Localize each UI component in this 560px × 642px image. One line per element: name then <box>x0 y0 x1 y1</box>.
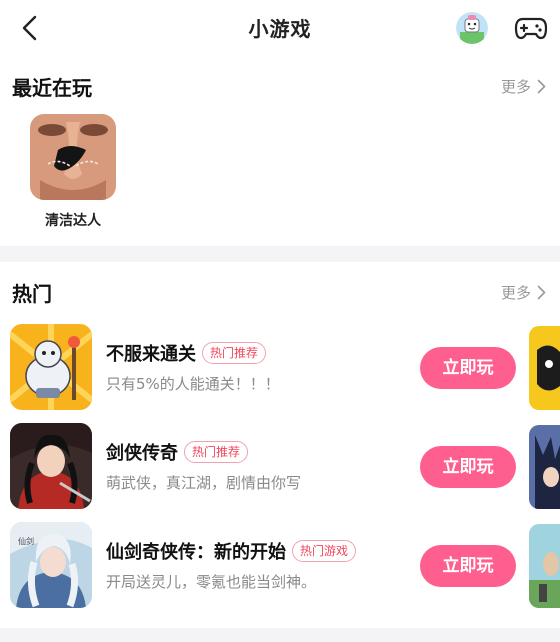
game-thumbnail-image <box>30 114 116 200</box>
recent-game-item[interactable]: 清洁达人 <box>30 114 116 230</box>
user-avatar-icon <box>456 12 488 44</box>
top-bar: 小游戏 <box>0 0 560 56</box>
game-name: 仙剑奇侠传：新的开始 <box>106 542 286 563</box>
next-card-image <box>529 326 560 410</box>
game-description: 萌武侠，真江湖，剧情由你写 <box>106 474 302 492</box>
recently-played-section: 最近在玩 更多 清洁达人 <box>0 56 560 246</box>
more-link[interactable]: 更多 <box>501 76 546 97</box>
game-list-item[interactable]: 剑侠传奇 热门推荐 萌武侠，真江湖，剧情由你写 立即玩 <box>0 423 560 511</box>
game-title-line: 不服来通关 热门推荐 <box>106 340 267 366</box>
next-card-peek[interactable] <box>529 425 560 509</box>
game-list-item[interactable]: 不服来通关 热门推荐 只有5%的人能通关！！！ 立即玩 <box>0 324 560 412</box>
game-thumbnail-image: 仙剑 <box>10 522 92 608</box>
next-card-image <box>529 425 560 509</box>
game-description: 开局送灵儿，零氪也能当剑神。 <box>106 573 317 591</box>
chevron-right-icon <box>537 285 546 300</box>
more-label: 更多 <box>500 284 531 302</box>
gamepad-icon <box>514 17 548 40</box>
game-thumbnail[interactable]: 仙剑 <box>10 522 92 608</box>
game-description: 只有5%的人能通关！！！ <box>106 375 280 393</box>
game-thumbnail[interactable] <box>30 114 116 200</box>
gamepad-button[interactable] <box>514 13 548 43</box>
game-name: 剑侠传奇 <box>106 443 178 464</box>
game-list-item[interactable]: 仙剑 仙剑奇侠传：新的开始 热门游戏 开局送灵儿，零氪也能当剑神。 立即玩 <box>0 522 560 610</box>
game-thumbnail[interactable] <box>10 423 92 509</box>
game-thumbnail-image <box>10 423 92 509</box>
more-label: 更多 <box>500 78 531 96</box>
game-title-line: 剑侠传奇 热门推荐 <box>106 439 249 465</box>
section-title: 热门 <box>12 282 52 306</box>
game-name: 不服来通关 <box>106 344 196 365</box>
svg-text:仙剑: 仙剑 <box>18 536 34 546</box>
next-card-peek[interactable] <box>529 524 560 608</box>
game-title-line: 仙剑奇侠传：新的开始 热门游戏 <box>106 538 357 564</box>
game-thumbnail[interactable] <box>10 324 92 410</box>
game-thumbnail-image <box>10 324 92 410</box>
play-now-button[interactable]: 立即玩 <box>420 446 516 488</box>
avatar[interactable] <box>456 12 488 44</box>
hot-badge: 热门游戏 <box>292 540 357 562</box>
section-title: 最近在玩 <box>12 76 92 100</box>
hot-games-section: 热门 更多 不服来通关 热门推荐 只有5%的人能通关！！！ 立即玩 剑侠传奇 热… <box>0 262 560 628</box>
more-link[interactable]: 更多 <box>501 282 546 303</box>
play-now-button[interactable]: 立即玩 <box>420 347 516 389</box>
next-card-image <box>529 524 560 608</box>
hot-badge: 热门推荐 <box>184 441 249 463</box>
hot-badge: 热门推荐 <box>202 342 267 364</box>
game-name: 清洁达人 <box>45 213 101 229</box>
chevron-right-icon <box>537 79 546 94</box>
play-now-button[interactable]: 立即玩 <box>420 545 516 587</box>
next-card-peek[interactable] <box>529 326 560 410</box>
